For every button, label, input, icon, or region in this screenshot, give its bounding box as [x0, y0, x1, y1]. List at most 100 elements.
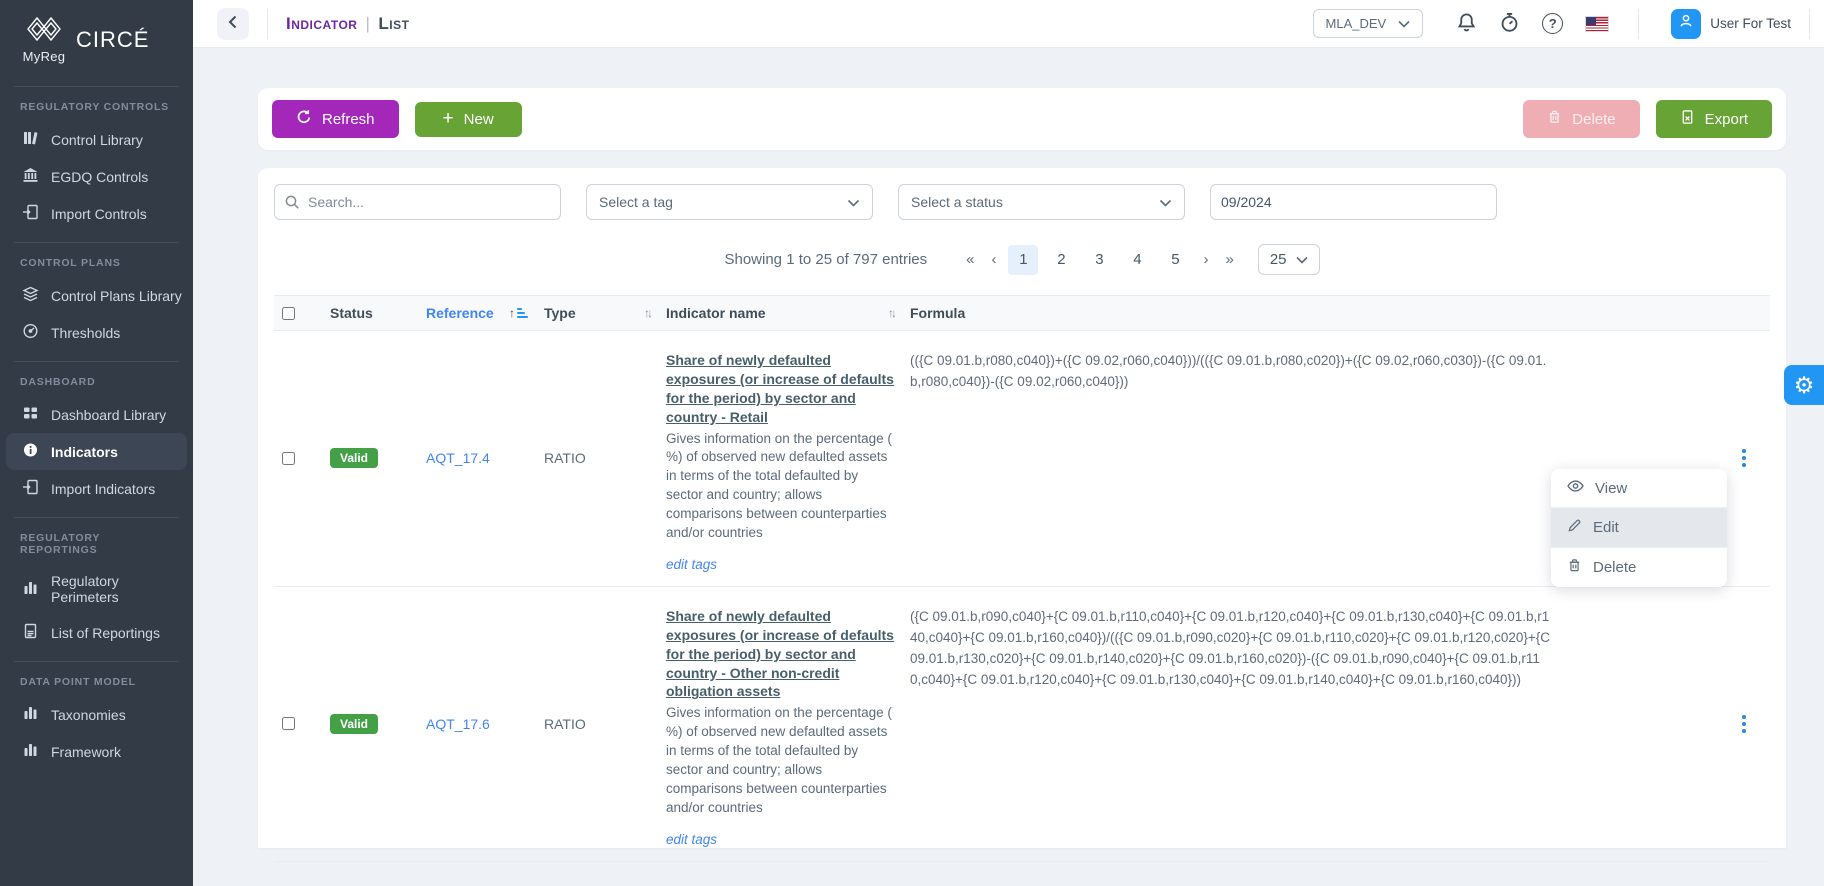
library-icon [22, 130, 39, 149]
pagination-summary: Showing 1 to 25 of 797 entries [724, 251, 927, 268]
sidebar-item-thresholds[interactable]: Thresholds [0, 314, 193, 351]
refresh-button[interactable]: Refresh [272, 100, 399, 138]
toolbar-card: Refresh + New Delete Export [258, 88, 1786, 150]
column-header-status[interactable]: Status [322, 296, 418, 330]
first-page-button[interactable]: « [957, 245, 982, 274]
sort-ascending-icon: ↑ [509, 306, 528, 320]
file-import-icon [22, 479, 39, 498]
row-actions-menu-button[interactable] [1736, 709, 1752, 739]
column-header-type[interactable]: Type ↑↓ [536, 296, 658, 330]
user-menu[interactable]: User For Test [1671, 9, 1791, 39]
trash-icon [1567, 558, 1582, 577]
sidebar-item-control-plans-library[interactable]: Control Plans Library [0, 277, 193, 314]
sidebar-item-taxonomies[interactable]: Taxonomies [0, 696, 193, 733]
environment-select[interactable]: MLA_DEV [1313, 9, 1424, 38]
refresh-icon [296, 109, 312, 129]
status-select[interactable]: Select a status [898, 184, 1185, 220]
table-header-row: Status Reference ↑ Type ↑↓ Indicator nam… [274, 295, 1770, 331]
page-button-5[interactable]: 5 [1160, 245, 1190, 275]
tag-select-placeholder: Select a tag [599, 194, 673, 210]
new-button[interactable]: + New [415, 102, 522, 137]
layers-icon [22, 286, 39, 305]
sidebar-section-regulatory-controls: REGULATORY CONTROLS [20, 101, 173, 113]
person-icon [1678, 13, 1694, 34]
filters-row: Select a tag Select a status [274, 184, 1770, 220]
indicator-name-link[interactable]: Share of newly defaulted exposures (or i… [666, 351, 894, 427]
delete-button[interactable]: Delete [1523, 100, 1639, 138]
file-import-icon [22, 204, 39, 223]
export-button[interactable]: Export [1656, 100, 1772, 138]
search-input[interactable] [274, 184, 561, 220]
select-all-checkbox[interactable] [282, 307, 295, 320]
notifications-button[interactable] [1456, 12, 1477, 36]
info-circle-icon [22, 442, 39, 461]
timer-button[interactable] [1499, 12, 1520, 36]
context-menu-edit[interactable]: Edit [1551, 508, 1727, 548]
type-value: RATIO [536, 868, 658, 886]
edit-tags-link[interactable]: edit tags [666, 557, 717, 572]
sidebar-item-label: Thresholds [51, 325, 120, 341]
type-value: RATIO [536, 593, 658, 855]
grid-icon [22, 405, 39, 424]
prev-page-button[interactable]: ‹ [982, 245, 1004, 274]
delete-label: Delete [1572, 111, 1615, 128]
page-size-select[interactable]: 25 [1258, 244, 1320, 275]
chevron-down-icon [847, 194, 860, 210]
plus-icon: + [443, 112, 454, 126]
sidebar-item-egdq-controls[interactable]: EGDQ Controls [0, 158, 193, 195]
row-actions-menu-button[interactable] [1736, 443, 1752, 473]
reference-link[interactable]: AQT_17.6 [426, 716, 490, 732]
indicator-description: Gives information on the percentage ( %)… [666, 704, 894, 817]
page-button-2[interactable]: 2 [1046, 245, 1076, 275]
tag-select[interactable]: Select a tag [586, 184, 873, 220]
bar-chart-icon [22, 580, 39, 599]
last-page-button[interactable]: » [1216, 245, 1241, 274]
us-flag-icon[interactable] [1585, 16, 1609, 32]
breadcrumb-page: List [378, 14, 409, 34]
sidebar-item-import-indicators[interactable]: Import Indicators [0, 470, 193, 507]
sort-icon: ↑↓ [888, 306, 894, 320]
help-button[interactable]: ? [1542, 13, 1563, 34]
column-header-indicator-name[interactable]: Indicator name ↑↓ [658, 296, 902, 330]
sidebar-item-label: Dashboard Library [51, 407, 166, 423]
sidebar-item-list-of-reportings[interactable]: List of Reportings [0, 614, 193, 651]
row-checkbox[interactable] [282, 717, 295, 730]
row-checkbox[interactable] [282, 452, 295, 465]
sidebar-item-dashboard-library[interactable]: Dashboard Library [0, 396, 193, 433]
column-header-reference[interactable]: Reference ↑ [418, 296, 536, 330]
row-context-menu: View Edit Delete [1551, 469, 1727, 587]
app-logo[interactable]: MyReg CIRCÉ [0, 0, 193, 76]
new-label: New [464, 111, 494, 128]
chevron-left-icon [226, 14, 240, 33]
sidebar-item-import-controls[interactable]: Import Controls [0, 195, 193, 232]
back-button[interactable] [217, 8, 249, 40]
indicator-name-link[interactable]: Share of newly defaulted exposures (or i… [666, 882, 894, 886]
edit-tags-link[interactable]: edit tags [666, 832, 717, 847]
sidebar-item-indicators[interactable]: Indicators [6, 433, 187, 470]
context-menu-view[interactable]: View [1551, 469, 1727, 508]
period-input[interactable] [1210, 184, 1497, 220]
settings-fab-button[interactable]: ⚙ [1784, 365, 1824, 405]
page-button-3[interactable]: 3 [1084, 245, 1114, 275]
sidebar-item-regulatory-perimeters[interactable]: Regulatory Perimeters [0, 564, 193, 614]
gear-icon: ⚙ [1794, 372, 1815, 399]
app-name: CIRCÉ [76, 27, 149, 53]
page-button-1[interactable]: 1 [1008, 245, 1038, 275]
sidebar-item-label: Taxonomies [51, 707, 126, 723]
sidebar-item-label: Indicators [51, 444, 118, 460]
sidebar-item-label: EGDQ Controls [51, 169, 148, 185]
sidebar: MyReg CIRCÉ REGULATORY CONTROLS Control … [0, 0, 193, 886]
indicator-name-link[interactable]: Share of newly defaulted exposures (or i… [666, 607, 894, 701]
bank-icon [22, 167, 39, 186]
reference-link[interactable]: AQT_17.4 [426, 450, 490, 466]
user-name: User For Test [1710, 16, 1791, 31]
sidebar-item-control-library[interactable]: Control Library [0, 121, 193, 158]
next-page-button[interactable]: › [1194, 245, 1216, 274]
divider [14, 242, 179, 243]
divider [14, 361, 179, 362]
page-button-4[interactable]: 4 [1122, 245, 1152, 275]
sidebar-section-dashboard: DASHBOARD [20, 376, 173, 388]
search-icon [284, 194, 300, 215]
sidebar-item-framework[interactable]: Framework [0, 733, 193, 770]
context-menu-delete[interactable]: Delete [1551, 548, 1727, 587]
